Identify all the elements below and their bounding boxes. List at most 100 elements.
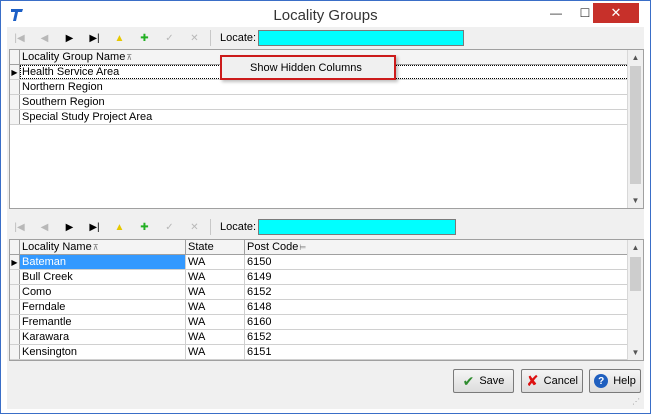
table-cell[interactable]: Bateman bbox=[20, 255, 186, 269]
toolbar-divider bbox=[210, 219, 211, 235]
client-area: |◀ ◀ ▶ ▶| ▲ ✚ ✓ ✕ Locate: Locality Group… bbox=[7, 27, 644, 409]
minimize-button[interactable]: — bbox=[542, 3, 570, 23]
help-button[interactable]: ? Help bbox=[589, 369, 641, 393]
row-indicator bbox=[10, 330, 20, 344]
add-record-icon[interactable]: ✚ bbox=[132, 29, 157, 47]
table-cell[interactable]: WA bbox=[186, 345, 245, 359]
locate-label: Locate: bbox=[220, 32, 257, 44]
table-row[interactable]: Fremantle WA 6160 bbox=[10, 315, 629, 330]
table-row[interactable]: Bull Creek WA 6149 bbox=[10, 270, 629, 285]
column-header-post-code[interactable]: Post Code⊨ bbox=[245, 240, 629, 254]
row-indicator bbox=[10, 95, 20, 109]
table-cell[interactable]: 6151 bbox=[245, 345, 629, 359]
table-cell[interactable]: Kensington bbox=[20, 345, 186, 359]
title-bar[interactable]: Locality Groups — ☐ ✕ bbox=[1, 1, 650, 30]
post-record-icon[interactable]: ✓ bbox=[157, 218, 182, 236]
table-cell[interactable]: WA bbox=[186, 270, 245, 284]
table-cell[interactable]: 6148 bbox=[245, 300, 629, 314]
prior-record-icon[interactable]: ◀ bbox=[32, 218, 57, 236]
column-header-locality-name[interactable]: Locality Name⊼ bbox=[20, 240, 186, 254]
table-row[interactable]: Southern Region bbox=[10, 95, 629, 110]
table-cell[interactable]: WA bbox=[186, 300, 245, 314]
row-indicator bbox=[10, 300, 20, 314]
locate-input-top[interactable] bbox=[258, 30, 465, 46]
next-record-icon[interactable]: ▶ bbox=[57, 218, 82, 236]
first-record-icon[interactable]: |◀ bbox=[7, 218, 32, 236]
row-indicator bbox=[10, 110, 20, 124]
table-cell[interactable]: 6152 bbox=[245, 285, 629, 299]
table-cell[interactable]: 6150 bbox=[245, 255, 629, 269]
context-menu: Show Hidden Columns bbox=[220, 55, 396, 80]
table-cell[interactable]: Fremantle bbox=[20, 315, 186, 329]
add-record-icon[interactable]: ✚ bbox=[132, 218, 157, 236]
edit-record-icon[interactable]: ▲ bbox=[107, 29, 132, 47]
last-record-icon[interactable]: ▶| bbox=[82, 218, 107, 236]
table-row[interactable]: Ferndale WA 6148 bbox=[10, 300, 629, 315]
table-row[interactable]: Kensington WA 6151 bbox=[10, 345, 629, 360]
current-row-indicator-icon: ▶ bbox=[10, 65, 20, 79]
row-indicator bbox=[10, 270, 20, 284]
save-button[interactable]: ✔ Save bbox=[453, 369, 514, 393]
filter-icon[interactable]: ⊼ bbox=[126, 53, 132, 62]
localities-grid[interactable]: Locality Name⊼ State Post Code⊨ ▶ Batema… bbox=[9, 239, 644, 361]
top-navigator-toolbar: |◀ ◀ ▶ ▶| ▲ ✚ ✓ ✕ Locate: bbox=[7, 27, 644, 49]
row-indicator bbox=[10, 80, 20, 94]
vertical-scrollbar-bottom[interactable]: ▲ ▼ bbox=[627, 240, 643, 360]
table-row[interactable]: Special Study Project Area bbox=[10, 110, 629, 125]
row-indicator bbox=[10, 315, 20, 329]
table-cell[interactable]: Bull Creek bbox=[20, 270, 186, 284]
indicator-header bbox=[10, 240, 20, 254]
close-button[interactable]: ✕ bbox=[593, 3, 639, 23]
current-row-indicator-icon: ▶ bbox=[10, 255, 20, 269]
cancel-x-icon: ✘ bbox=[526, 373, 539, 390]
table-row[interactable]: Northern Region bbox=[10, 80, 629, 95]
table-row[interactable]: Karawara WA 6152 bbox=[10, 330, 629, 345]
table-cell[interactable]: Karawara bbox=[20, 330, 186, 344]
table-cell[interactable]: WA bbox=[186, 330, 245, 344]
locality-groups-window: Locality Groups — ☐ ✕ |◀ ◀ ▶ ▶| ▲ ✚ ✓ ✕ … bbox=[0, 0, 651, 414]
table-cell[interactable]: WA bbox=[186, 255, 245, 269]
row-indicator bbox=[10, 345, 20, 359]
table-cell[interactable]: WA bbox=[186, 285, 245, 299]
filter-icon[interactable]: ⊼ bbox=[93, 243, 99, 252]
scroll-up-icon[interactable]: ▲ bbox=[628, 50, 643, 65]
next-record-icon[interactable]: ▶ bbox=[57, 29, 82, 47]
scroll-thumb[interactable] bbox=[630, 257, 641, 291]
table-cell[interactable]: Southern Region bbox=[20, 95, 629, 109]
vertical-scrollbar-top[interactable]: ▲ ▼ bbox=[627, 50, 643, 208]
scroll-thumb[interactable] bbox=[630, 66, 641, 184]
toolbar-divider bbox=[210, 30, 211, 46]
prior-record-icon[interactable]: ◀ bbox=[32, 29, 57, 47]
grid-header: Locality Name⊼ State Post Code⊨ bbox=[10, 240, 629, 255]
table-cell[interactable]: 6149 bbox=[245, 270, 629, 284]
table-cell[interactable]: WA bbox=[186, 315, 245, 329]
cancel-record-icon[interactable]: ✕ bbox=[182, 29, 207, 47]
table-row[interactable]: Como WA 6152 bbox=[10, 285, 629, 300]
bottom-navigator-toolbar: |◀ ◀ ▶ ▶| ▲ ✚ ✓ ✕ Locate: bbox=[7, 216, 644, 238]
help-icon: ? bbox=[594, 374, 609, 388]
filter-icon[interactable]: ⊨ bbox=[299, 243, 306, 252]
first-record-icon[interactable]: |◀ bbox=[7, 29, 32, 47]
locate-input-bottom[interactable] bbox=[258, 219, 457, 235]
column-header-state[interactable]: State bbox=[186, 240, 245, 254]
table-cell[interactable]: Special Study Project Area bbox=[20, 110, 629, 124]
scroll-down-icon[interactable]: ▼ bbox=[628, 193, 643, 208]
scroll-up-icon[interactable]: ▲ bbox=[628, 240, 643, 255]
cancel-record-icon[interactable]: ✕ bbox=[182, 218, 207, 236]
table-cell[interactable]: 6152 bbox=[245, 330, 629, 344]
locate-label: Locate: bbox=[220, 221, 257, 233]
indicator-header bbox=[10, 50, 20, 64]
resize-grip-icon[interactable]: ⋰ bbox=[632, 397, 642, 407]
post-record-icon[interactable]: ✓ bbox=[157, 29, 182, 47]
checkmark-icon: ✔ bbox=[462, 372, 475, 389]
table-cell[interactable]: Ferndale bbox=[20, 300, 186, 314]
last-record-icon[interactable]: ▶| bbox=[82, 29, 107, 47]
scroll-down-icon[interactable]: ▼ bbox=[628, 345, 643, 360]
table-cell[interactable]: Como bbox=[20, 285, 186, 299]
cancel-button[interactable]: ✘ Cancel bbox=[521, 369, 583, 393]
table-row[interactable]: ▶ Bateman WA 6150 bbox=[10, 255, 629, 270]
table-cell[interactable]: Northern Region bbox=[20, 80, 629, 94]
edit-record-icon[interactable]: ▲ bbox=[107, 218, 132, 236]
show-hidden-columns-menu-item[interactable]: Show Hidden Columns bbox=[250, 62, 362, 74]
table-cell[interactable]: 6160 bbox=[245, 315, 629, 329]
